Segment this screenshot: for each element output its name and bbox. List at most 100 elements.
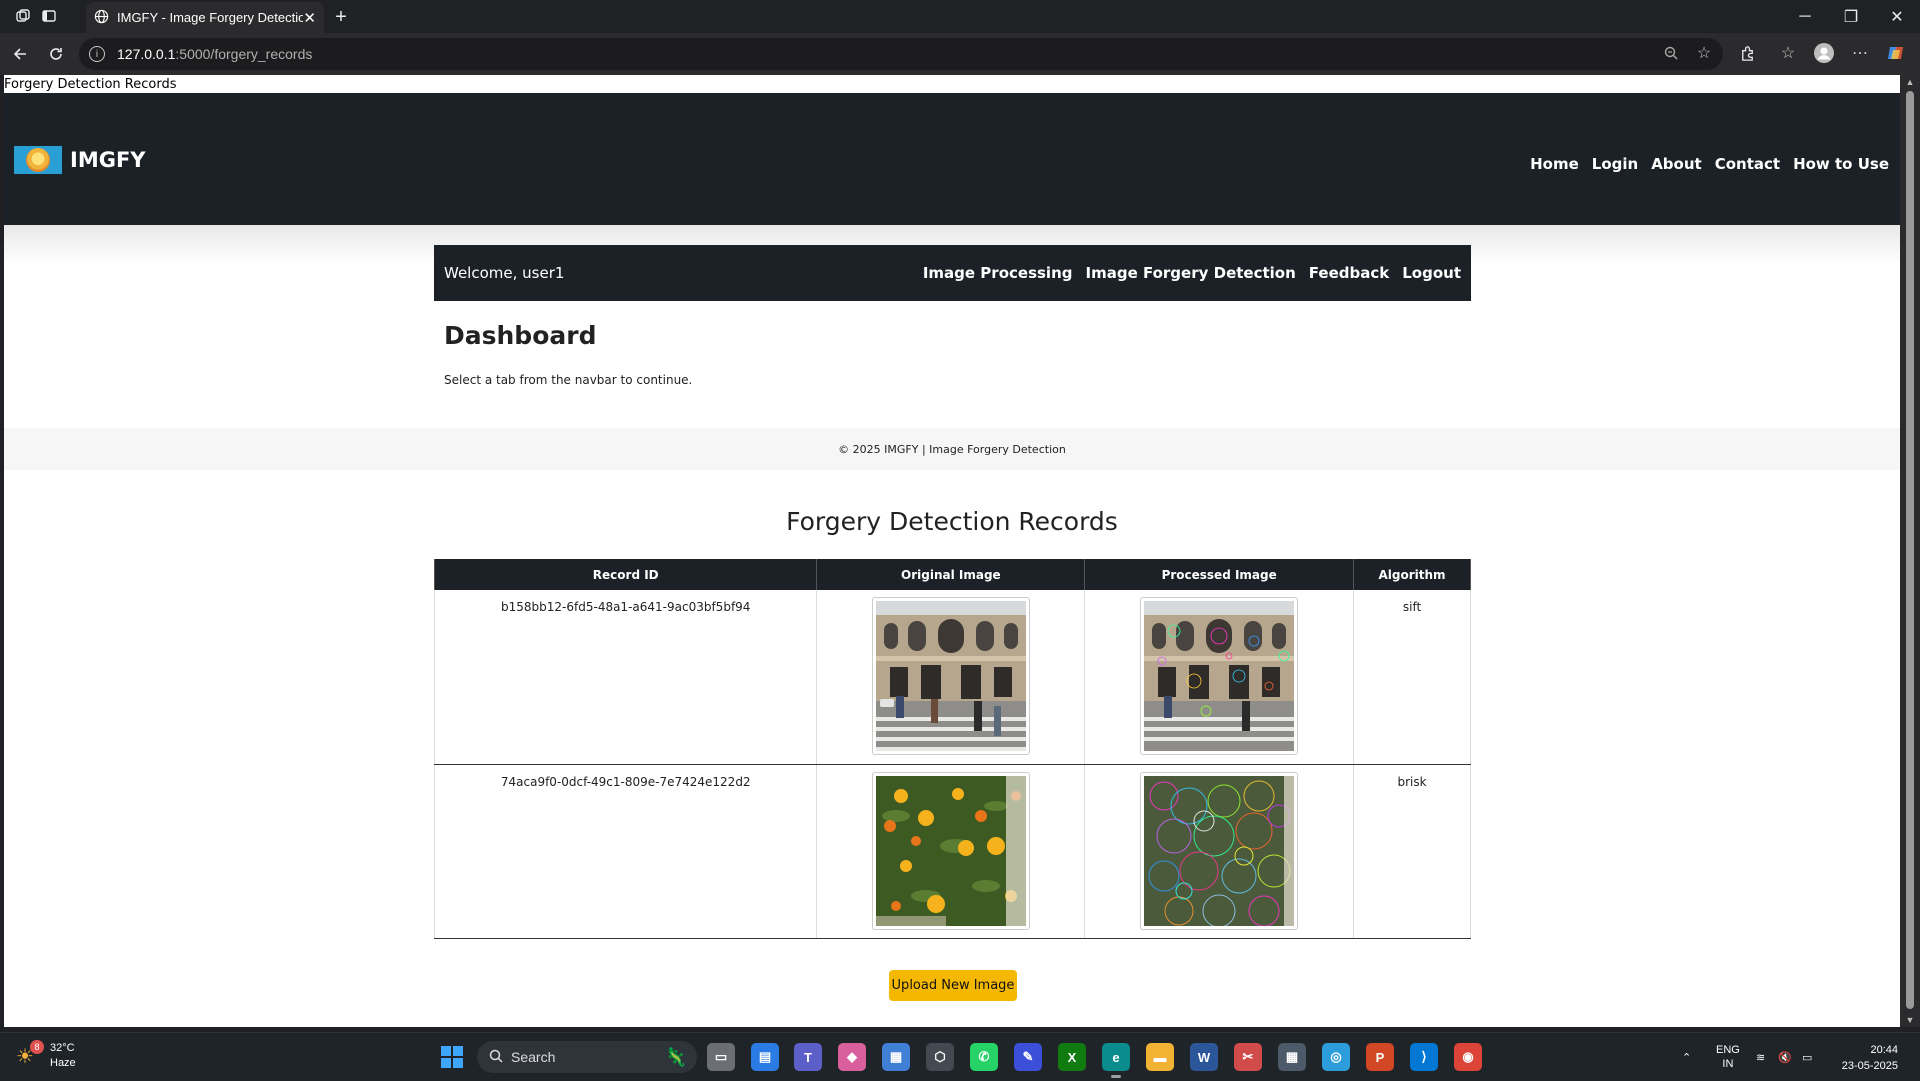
extensions-icon[interactable]: [1736, 42, 1758, 64]
url-input[interactable]: i 127.0.0.1:5000/forgery_records: [79, 38, 1723, 70]
site-info-icon[interactable]: i: [89, 46, 105, 62]
tray-chevron-icon[interactable]: ⌃: [1682, 1033, 1691, 1081]
vscode-icon[interactable]: ⟩: [1410, 1043, 1438, 1071]
clock-date: 23-05-2025: [1841, 1060, 1898, 1072]
page-footer: © 2025 IMGFY | Image Forgery Detection: [4, 428, 1900, 470]
footer-text: © 2025 IMGFY | Image Forgery Detection: [838, 442, 1066, 456]
processed-image-building[interactable]: [1140, 597, 1299, 755]
page-viewport: Forgery Detection Records IMGFY Home Log…: [4, 75, 1900, 1027]
copilot-app-icon[interactable]: ◆: [838, 1043, 866, 1071]
new-tab-icon[interactable]: +: [330, 6, 352, 28]
search-icon: [489, 1049, 503, 1066]
page-scrollbar[interactable]: ▲ ▼: [1900, 75, 1920, 1027]
weather-badge: 8: [30, 1040, 44, 1054]
xbox-icon[interactable]: X: [1058, 1043, 1086, 1071]
original-image-building[interactable]: [871, 597, 1030, 755]
dash-link-feedback[interactable]: Feedback: [1309, 264, 1389, 282]
zoom-icon[interactable]: [1660, 42, 1682, 64]
main-nav: Home Login About Contact How to Use: [1530, 155, 1889, 173]
clock-time: 20:44: [1870, 1044, 1898, 1056]
file-explorer-icon[interactable]: ▬: [1146, 1043, 1174, 1071]
dashboard-subtitle: Select a tab from the navbar to continue…: [444, 373, 693, 387]
browser-alt-icon[interactable]: ◎: [1322, 1043, 1350, 1071]
powerpoint-icon[interactable]: P: [1366, 1043, 1394, 1071]
taskbar-search[interactable]: Search 🦎: [477, 1041, 697, 1073]
nav-login[interactable]: Login: [1592, 155, 1638, 173]
refresh-icon[interactable]: [44, 42, 68, 66]
records-title: Forgery Detection Records: [786, 507, 1118, 536]
notepad-icon[interactable]: ▤: [751, 1043, 779, 1071]
app-cube-icon[interactable]: ⬡: [926, 1043, 954, 1071]
records-table: Record ID Original Image Processed Image…: [433, 559, 1471, 939]
pen-app-icon[interactable]: ✎: [1014, 1043, 1042, 1071]
word-icon[interactable]: W: [1190, 1043, 1218, 1071]
favorites-icon[interactable]: ☆: [1777, 42, 1799, 64]
original-image-flowers[interactable]: [871, 771, 1030, 930]
tab-actions-icon[interactable]: [36, 5, 62, 27]
wifi-icon[interactable]: ≋: [1756, 1033, 1765, 1081]
col-record-id: Record ID: [433, 559, 818, 590]
site-logo[interactable]: IMGFY: [14, 146, 146, 174]
search-label: Search: [511, 1049, 556, 1065]
close-window-icon[interactable]: ✕: [1874, 0, 1920, 33]
dash-link-image-processing[interactable]: Image Processing: [923, 264, 1073, 282]
favorite-star-icon[interactable]: ☆: [1693, 42, 1715, 64]
tab-title: IMGFY - Image Forgery Detection: [117, 10, 304, 25]
minimize-icon[interactable]: ─: [1782, 0, 1828, 33]
weather-temp: 32°C: [50, 1042, 75, 1054]
col-original-image: Original Image: [816, 559, 1086, 590]
brand-name: IMGFY: [70, 148, 146, 172]
restore-icon[interactable]: ❐: [1828, 0, 1874, 33]
dash-link-forgery-detection[interactable]: Image Forgery Detection: [1086, 264, 1296, 282]
processed-image-flowers[interactable]: [1140, 771, 1299, 930]
task-view-icon[interactable]: ▭: [707, 1043, 735, 1071]
weather-widget[interactable]: ☀ 8 32°C Haze: [16, 1040, 76, 1071]
search-highlight-icon: 🦎: [664, 1046, 687, 1067]
document-title-text: Forgery Detection Records: [4, 77, 177, 92]
chrome-icon[interactable]: ◉: [1454, 1043, 1482, 1071]
copilot-icon[interactable]: [1885, 42, 1907, 64]
browser-tab-active[interactable]: IMGFY - Image Forgery Detection ✕: [86, 2, 324, 33]
url-host: 127.0.0.1: [117, 46, 176, 62]
back-icon[interactable]: [8, 42, 32, 66]
nav-home[interactable]: Home: [1530, 155, 1579, 173]
language-indicator[interactable]: ENG IN: [1716, 1033, 1740, 1081]
site-header: IMGFY Home Login About Contact How to Us…: [4, 93, 1900, 225]
weather-desc: Haze: [50, 1057, 76, 1069]
record-algorithm: sift: [1353, 590, 1471, 765]
battery-icon[interactable]: ▭: [1802, 1033, 1812, 1081]
store-icon[interactable]: ▦: [882, 1043, 910, 1071]
volume-muted-icon[interactable]: 🔇: [1778, 1033, 1792, 1081]
edge-icon[interactable]: e: [1102, 1043, 1130, 1078]
upload-new-image-button[interactable]: Upload New Image: [889, 970, 1017, 1001]
browser-tab-bar: IMGFY - Image Forgery Detection ✕ + ─ ❐ …: [0, 0, 1920, 33]
profile-avatar-icon[interactable]: [1813, 42, 1835, 64]
more-options-icon[interactable]: ⋯: [1849, 42, 1871, 64]
scrollbar-thumb[interactable]: [1906, 91, 1914, 1009]
nav-contact[interactable]: Contact: [1715, 155, 1780, 173]
record-id: b158bb12-6fd5-48a1-a641-9ac03bf5bf94: [433, 590, 818, 765]
workspaces-icon[interactable]: [10, 5, 36, 27]
nav-how-to-use[interactable]: How to Use: [1793, 155, 1889, 173]
address-bar-row: i 127.0.0.1:5000/forgery_records ☆ ☆ ⋯: [0, 33, 1920, 75]
col-processed-image: Processed Image: [1084, 559, 1355, 590]
scroll-down-arrow-icon[interactable]: ▼: [1905, 1015, 1915, 1025]
lang-bottom: IN: [1722, 1058, 1734, 1070]
scroll-up-arrow-icon[interactable]: ▲: [1905, 77, 1915, 87]
welcome-text: Welcome, user1: [444, 264, 565, 282]
record-algorithm: brisk: [1353, 764, 1471, 939]
snipping-tool-icon[interactable]: ✂: [1234, 1043, 1262, 1071]
table-header-row: Record ID Original Image Processed Image…: [433, 559, 1471, 590]
close-tab-icon[interactable]: ✕: [303, 9, 316, 27]
logo-image: [14, 146, 62, 174]
nav-about[interactable]: About: [1651, 155, 1702, 173]
windows-taskbar: ☀ 8 32°C Haze Search 🦎 ▭ ▤ T ◆ ▦ ⬡ ✆ ✎ X…: [0, 1032, 1920, 1080]
whatsapp-icon[interactable]: ✆: [970, 1043, 998, 1071]
dash-link-logout[interactable]: Logout: [1402, 264, 1461, 282]
calculator-icon[interactable]: ▦: [1278, 1043, 1306, 1071]
start-windows-icon[interactable]: [441, 1046, 463, 1068]
table-row: 74aca9f0-0dcf-49c1-809e-7e7424e122d2 bri…: [433, 764, 1471, 939]
clock[interactable]: 20:44 23-05-2025: [1842, 1042, 1898, 1074]
teams-icon[interactable]: T: [794, 1043, 822, 1071]
record-id: 74aca9f0-0dcf-49c1-809e-7e7424e122d2: [433, 764, 818, 939]
